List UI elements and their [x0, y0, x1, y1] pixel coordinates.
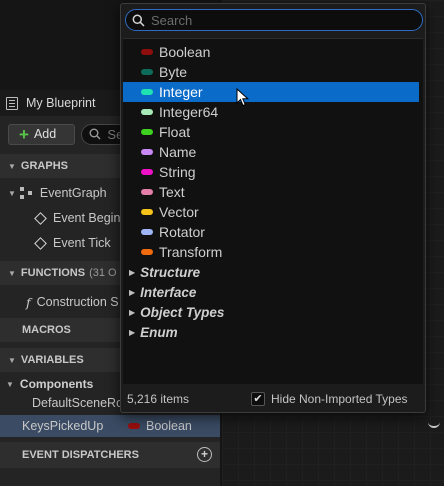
type-search-field[interactable] [125, 9, 423, 31]
add-button-label: Add [33, 127, 57, 141]
type-option-label: Transform [159, 244, 223, 260]
type-option-integer[interactable]: Integer [123, 82, 419, 102]
type-category-label: Interface [140, 284, 197, 300]
type-color-pill-icon [141, 229, 153, 235]
type-option-label: String [159, 164, 196, 180]
section-functions-label: FUNCTIONS [20, 267, 86, 279]
scroll-indicator [428, 420, 440, 428]
expand-arrow-icon: ▶ [129, 327, 136, 337]
type-option-name[interactable]: Name [123, 142, 419, 162]
popup-footer: 5,216 items ✔ Hide Non-Imported Types [121, 387, 425, 411]
collapse-arrow-icon: ▼ [8, 268, 16, 278]
type-option-integer64[interactable]: Integer64 [123, 102, 419, 122]
tree-item-label: EventGraph [39, 186, 107, 200]
plus-icon: + [19, 124, 29, 144]
type-list: Boolean Byte Integer Integer64 Float Name Stri… [123, 38, 423, 384]
panel-title: My Blueprint [26, 96, 96, 110]
type-category-label: Structure [140, 264, 201, 280]
type-option-label: Integer [159, 84, 203, 100]
type-option-text[interactable]: Text [123, 182, 419, 202]
tree-item-label: Construction S [36, 295, 119, 309]
type-category-interface[interactable]: ▶ Interface [123, 282, 419, 302]
type-category-object-types[interactable]: ▶ Object Types [123, 302, 419, 322]
type-option-rotator[interactable]: Rotator [123, 222, 419, 242]
hide-non-imported-label[interactable]: Hide Non-Imported Types [271, 392, 408, 406]
type-color-pill-icon [141, 249, 153, 255]
section-macros-label: MACROS [22, 324, 71, 336]
type-color-pill-icon [141, 149, 153, 155]
variable-row-keyspickedup[interactable]: KeysPickedUp Boolean [0, 415, 220, 437]
expand-arrow-icon: ▼ [8, 188, 16, 198]
section-event-dispatchers-label: EVENT DISPATCHERS [22, 449, 139, 461]
collapse-arrow-icon: ▼ [8, 161, 16, 171]
collapse-arrow-icon: ▼ [8, 355, 16, 365]
type-color-pill-icon [141, 189, 153, 195]
expand-arrow-icon: ▶ [129, 287, 136, 297]
section-event-dispatchers[interactable]: EVENT DISPATCHERS + [0, 442, 220, 468]
section-graphs-label: GRAPHS [20, 160, 68, 172]
type-color-pill-icon [141, 69, 153, 75]
tree-item-label: DefaultSceneRo [32, 396, 124, 410]
expand-arrow-icon: ▶ [129, 267, 136, 277]
type-option-label: Vector [159, 204, 199, 220]
boolean-type-pill-icon [128, 423, 140, 429]
event-icon [34, 211, 47, 225]
collapse-arrow-icon: ▼ [6, 379, 14, 389]
type-option-string[interactable]: String [123, 162, 419, 182]
blueprint-icon [6, 96, 18, 110]
function-icon: f [26, 294, 31, 310]
type-color-pill-icon [141, 89, 153, 95]
type-option-boolean[interactable]: Boolean [123, 42, 419, 62]
event-icon [34, 236, 47, 250]
item-count: 5,216 items [127, 392, 190, 406]
section-variables-label: VARIABLES [20, 354, 84, 366]
type-search-input[interactable] [151, 12, 401, 28]
type-option-label: Rotator [159, 224, 205, 240]
search-icon [132, 14, 145, 27]
type-color-pill-icon [141, 49, 153, 55]
type-option-byte[interactable]: Byte [123, 62, 419, 82]
type-option-float[interactable]: Float [123, 122, 419, 142]
type-option-vector[interactable]: Vector [123, 202, 419, 222]
type-option-label: Boolean [159, 44, 211, 60]
type-option-label: Integer64 [159, 104, 219, 120]
type-category-enum[interactable]: ▶ Enum [123, 322, 419, 342]
type-option-label: Float [159, 124, 191, 140]
search-icon [89, 128, 101, 140]
type-option-label: Name [159, 144, 197, 160]
tree-item-label: Event Tick [53, 236, 111, 250]
add-dispatcher-icon[interactable]: + [197, 447, 212, 462]
type-color-pill-icon [141, 129, 153, 135]
type-option-transform[interactable]: Transform [123, 242, 419, 262]
expand-arrow-icon: ▶ [129, 307, 136, 317]
type-color-pill-icon [141, 169, 153, 175]
type-color-pill-icon [141, 109, 153, 115]
mouse-cursor-icon [236, 88, 250, 107]
graph-icon [19, 187, 34, 199]
type-category-label: Object Types [140, 304, 225, 320]
type-category-label: Enum [140, 324, 178, 340]
variable-type[interactable]: Boolean [146, 419, 192, 433]
tree-item-label: Event Begin [53, 211, 121, 225]
variable-name: KeysPickedUp [22, 419, 104, 433]
type-category-structure[interactable]: ▶ Structure [123, 262, 419, 282]
type-option-label: Text [159, 184, 185, 200]
type-color-pill-icon [141, 209, 153, 215]
section-functions-count: (31 O [89, 267, 117, 279]
hide-non-imported-checkbox[interactable]: ✔ [251, 392, 265, 406]
type-option-label: Byte [159, 64, 188, 80]
tree-item-label: Components [19, 377, 94, 391]
type-picker-popup: Boolean Byte Integer Integer64 Float Name Stri… [120, 3, 426, 413]
add-button[interactable]: + Add [8, 123, 76, 145]
